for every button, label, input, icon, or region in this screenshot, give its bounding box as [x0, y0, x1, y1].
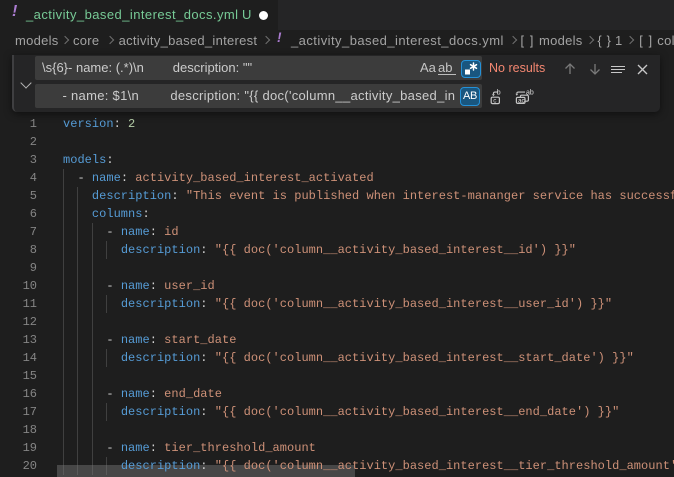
- svg-text:ab: ab: [526, 89, 534, 96]
- svg-text:b: b: [496, 89, 500, 96]
- svg-text:ac: ac: [518, 97, 526, 104]
